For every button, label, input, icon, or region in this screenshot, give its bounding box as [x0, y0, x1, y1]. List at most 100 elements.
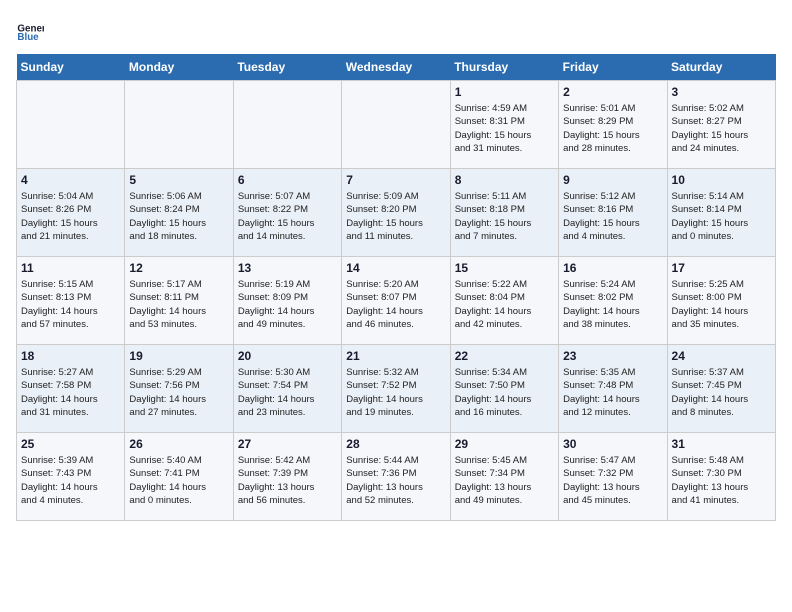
weekday-header: Thursday	[450, 54, 558, 81]
svg-text:Blue: Blue	[17, 32, 39, 43]
day-number: 31	[672, 437, 771, 451]
day-info: Sunrise: 5:02 AM Sunset: 8:27 PM Dayligh…	[672, 102, 771, 155]
day-number: 10	[672, 173, 771, 187]
day-number: 25	[21, 437, 120, 451]
day-number: 23	[563, 349, 662, 363]
day-info: Sunrise: 5:06 AM Sunset: 8:24 PM Dayligh…	[129, 190, 228, 243]
calendar-row: 11 Sunrise: 5:15 AM Sunset: 8:13 PM Dayli…	[17, 257, 776, 345]
day-info: Sunrise: 5:15 AM Sunset: 8:13 PM Dayligh…	[21, 278, 120, 331]
day-info: Sunrise: 5:09 AM Sunset: 8:20 PM Dayligh…	[346, 190, 445, 243]
calendar-cell: 13 Sunrise: 5:19 AM Sunset: 8:09 PM Dayli…	[233, 257, 341, 345]
day-number: 5	[129, 173, 228, 187]
day-number: 3	[672, 85, 771, 99]
calendar-cell: 5 Sunrise: 5:06 AM Sunset: 8:24 PM Daylig…	[125, 169, 233, 257]
day-info: Sunrise: 5:34 AM Sunset: 7:50 PM Dayligh…	[455, 366, 554, 419]
calendar-cell: 1 Sunrise: 4:59 AM Sunset: 8:31 PM Daylig…	[450, 81, 558, 169]
calendar-table: SundayMondayTuesdayWednesdayThursdayFrid…	[16, 54, 776, 521]
calendar-cell: 8 Sunrise: 5:11 AM Sunset: 8:18 PM Daylig…	[450, 169, 558, 257]
calendar-cell: 22Sunrise: 5:34 AM Sunset: 7:50 PM Dayli…	[450, 345, 558, 433]
day-number: 6	[238, 173, 337, 187]
day-number: 8	[455, 173, 554, 187]
calendar-cell: 11 Sunrise: 5:15 AM Sunset: 8:13 PM Dayli…	[17, 257, 125, 345]
day-info: Sunrise: 5:12 AM Sunset: 8:16 PM Dayligh…	[563, 190, 662, 243]
calendar-cell	[233, 81, 341, 169]
calendar-cell: 4 Sunrise: 5:04 AM Sunset: 8:26 PM Daylig…	[17, 169, 125, 257]
day-info: Sunrise: 5:40 AM Sunset: 7:41 PM Dayligh…	[129, 454, 228, 507]
weekday-header: Saturday	[667, 54, 775, 81]
day-info: Sunrise: 5:25 AM Sunset: 8:00 PM Dayligh…	[672, 278, 771, 331]
day-info: Sunrise: 5:07 AM Sunset: 8:22 PM Dayligh…	[238, 190, 337, 243]
calendar-row: 18 Sunrise: 5:27 AM Sunset: 7:58 PM Dayli…	[17, 345, 776, 433]
calendar-cell: 17 Sunrise: 5:25 AM Sunset: 8:00 PM Dayli…	[667, 257, 775, 345]
day-number: 20	[238, 349, 337, 363]
day-number: 15	[455, 261, 554, 275]
calendar-cell: 6 Sunrise: 5:07 AM Sunset: 8:22 PM Daylig…	[233, 169, 341, 257]
calendar-cell: 2 Sunrise: 5:01 AM Sunset: 8:29 PM Daylig…	[559, 81, 667, 169]
day-number: 1	[455, 85, 554, 99]
calendar-cell: 3 Sunrise: 5:02 AM Sunset: 8:27 PM Daylig…	[667, 81, 775, 169]
day-info: Sunrise: 5:11 AM Sunset: 8:18 PM Dayligh…	[455, 190, 554, 243]
calendar-cell: 14 Sunrise: 5:20 AM Sunset: 8:07 PM Dayli…	[342, 257, 450, 345]
day-info: Sunrise: 5:44 AM Sunset: 7:36 PM Dayligh…	[346, 454, 445, 507]
weekday-header: Tuesday	[233, 54, 341, 81]
day-info: Sunrise: 5:32 AM Sunset: 7:52 PM Dayligh…	[346, 366, 445, 419]
day-number: 17	[672, 261, 771, 275]
day-info: Sunrise: 5:39 AM Sunset: 7:43 PM Dayligh…	[21, 454, 120, 507]
day-number: 13	[238, 261, 337, 275]
day-info: Sunrise: 5:17 AM Sunset: 8:11 PM Dayligh…	[129, 278, 228, 331]
day-info: Sunrise: 5:48 AM Sunset: 7:30 PM Dayligh…	[672, 454, 771, 507]
calendar-cell: 9 Sunrise: 5:12 AM Sunset: 8:16 PM Daylig…	[559, 169, 667, 257]
day-info: Sunrise: 5:35 AM Sunset: 7:48 PM Dayligh…	[563, 366, 662, 419]
day-number: 26	[129, 437, 228, 451]
calendar-cell: 7 Sunrise: 5:09 AM Sunset: 8:20 PM Daylig…	[342, 169, 450, 257]
calendar-cell	[342, 81, 450, 169]
calendar-row: 25 Sunrise: 5:39 AM Sunset: 7:43 PM Dayli…	[17, 433, 776, 521]
day-number: 28	[346, 437, 445, 451]
page-header: General Blue	[16, 16, 776, 44]
calendar-cell: 31 Sunrise: 5:48 AM Sunset: 7:30 PM Dayli…	[667, 433, 775, 521]
day-number: 11	[21, 261, 120, 275]
logo-icon: General Blue	[16, 16, 44, 44]
day-info: Sunrise: 5:20 AM Sunset: 8:07 PM Dayligh…	[346, 278, 445, 331]
weekday-header: Monday	[125, 54, 233, 81]
logo: General Blue	[16, 16, 48, 44]
day-info: Sunrise: 5:19 AM Sunset: 8:09 PM Dayligh…	[238, 278, 337, 331]
calendar-cell	[125, 81, 233, 169]
day-number: 19	[129, 349, 228, 363]
weekday-header: Sunday	[17, 54, 125, 81]
day-info: Sunrise: 5:27 AM Sunset: 7:58 PM Dayligh…	[21, 366, 120, 419]
day-info: Sunrise: 5:42 AM Sunset: 7:39 PM Dayligh…	[238, 454, 337, 507]
day-number: 30	[563, 437, 662, 451]
weekday-header: Friday	[559, 54, 667, 81]
day-info: Sunrise: 5:30 AM Sunset: 7:54 PM Dayligh…	[238, 366, 337, 419]
calendar-cell: 16Sunrise: 5:24 AM Sunset: 8:02 PM Dayli…	[559, 257, 667, 345]
calendar-header: SundayMondayTuesdayWednesdayThursdayFrid…	[17, 54, 776, 81]
day-info: Sunrise: 5:14 AM Sunset: 8:14 PM Dayligh…	[672, 190, 771, 243]
day-number: 4	[21, 173, 120, 187]
day-number: 27	[238, 437, 337, 451]
weekday-header: Wednesday	[342, 54, 450, 81]
calendar-row: 4 Sunrise: 5:04 AM Sunset: 8:26 PM Daylig…	[17, 169, 776, 257]
calendar-cell: 26 Sunrise: 5:40 AM Sunset: 7:41 PM Dayli…	[125, 433, 233, 521]
calendar-body: 1 Sunrise: 4:59 AM Sunset: 8:31 PM Daylig…	[17, 81, 776, 521]
calendar-cell	[17, 81, 125, 169]
calendar-cell: 30 Sunrise: 5:47 AM Sunset: 7:32 PM Dayli…	[559, 433, 667, 521]
calendar-cell: 23 Sunrise: 5:35 AM Sunset: 7:48 PM Dayli…	[559, 345, 667, 433]
day-info: Sunrise: 5:37 AM Sunset: 7:45 PM Dayligh…	[672, 366, 771, 419]
day-info: Sunrise: 4:59 AM Sunset: 8:31 PM Dayligh…	[455, 102, 554, 155]
calendar-cell: 28 Sunrise: 5:44 AM Sunset: 7:36 PM Dayli…	[342, 433, 450, 521]
day-info: Sunrise: 5:01 AM Sunset: 8:29 PM Dayligh…	[563, 102, 662, 155]
day-number: 14	[346, 261, 445, 275]
calendar-cell: 10 Sunrise: 5:14 AM Sunset: 8:14 PM Dayli…	[667, 169, 775, 257]
day-number: 7	[346, 173, 445, 187]
day-info: Sunrise: 5:47 AM Sunset: 7:32 PM Dayligh…	[563, 454, 662, 507]
calendar-row: 1 Sunrise: 4:59 AM Sunset: 8:31 PM Daylig…	[17, 81, 776, 169]
day-number: 2	[563, 85, 662, 99]
calendar-cell: 20 Sunrise: 5:30 AM Sunset: 7:54 PM Dayli…	[233, 345, 341, 433]
day-number: 18	[21, 349, 120, 363]
day-number: 29	[455, 437, 554, 451]
day-info: Sunrise: 5:04 AM Sunset: 8:26 PM Dayligh…	[21, 190, 120, 243]
calendar-cell: 21Sunrise: 5:32 AM Sunset: 7:52 PM Dayli…	[342, 345, 450, 433]
day-number: 9	[563, 173, 662, 187]
day-number: 24	[672, 349, 771, 363]
